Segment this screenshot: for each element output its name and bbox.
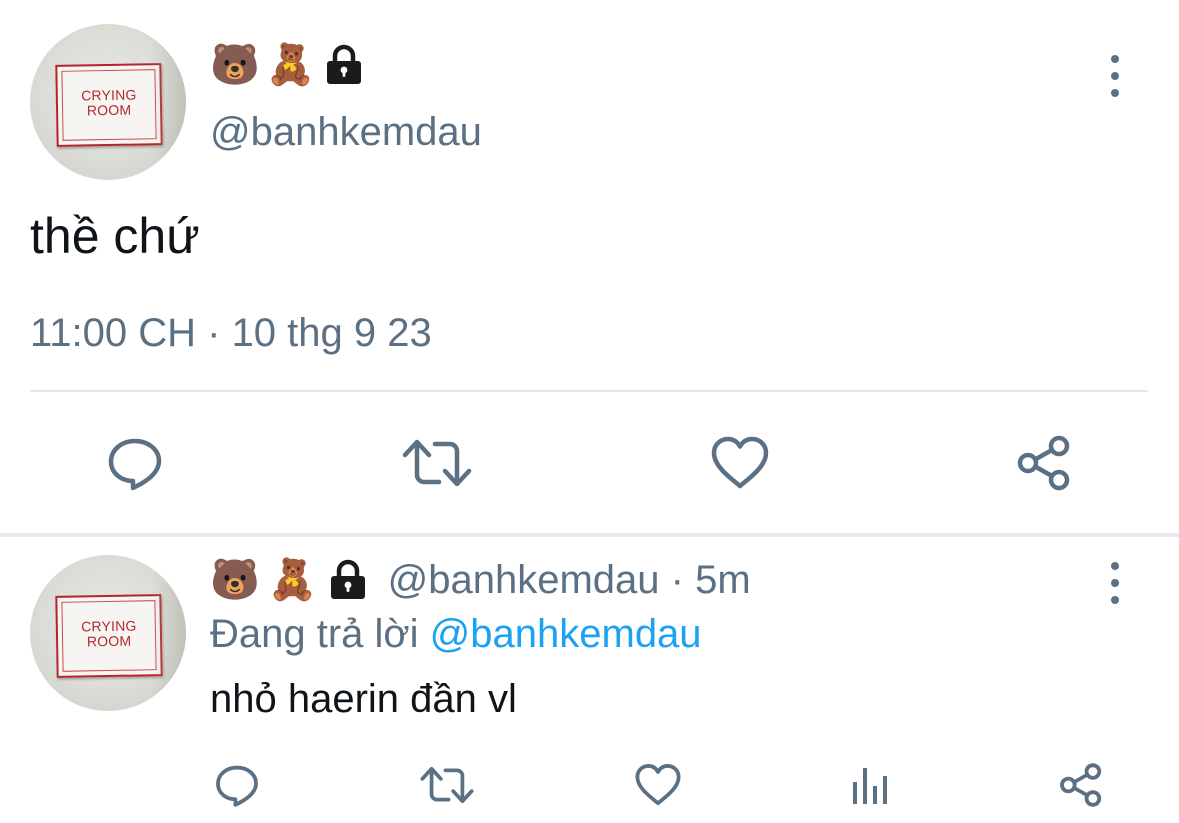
tweet-text: thề chứ [30,208,200,264]
reply-avatar[interactable]: CRYING ROOM [30,555,186,711]
bear-face-emoji: 🐻 [210,557,260,603]
reply-handle-time[interactable]: @banhkemdau · 5m [388,556,751,604]
reply-retweet-button[interactable] [419,760,475,810]
share-icon [1017,435,1070,491]
replying-to-mention[interactable]: @banhkemdau [430,612,702,656]
reply-icon [216,765,258,807]
teddy-bear-emoji: 🧸 [265,42,316,88]
replying-to: Đang trả lời @banhkemdau [210,610,702,658]
share-icon [1060,763,1102,807]
reply-header: 🐻 🧸 @banhkemdau · 5m [210,556,751,604]
tweet-timestamp[interactable]: 11:00 CH · 10 thg 9 23 [30,309,432,357]
lock-icon [322,43,366,87]
bear-face-emoji: 🐻 [210,42,260,88]
avatar-sign-text: CRYING ROOM [80,617,137,650]
analytics-icon [853,768,887,804]
display-name[interactable]: 🐻 🧸 [210,42,366,88]
like-button[interactable] [708,433,772,493]
lock-icon [326,558,370,602]
replying-to-label: Đang trả lời [210,612,430,656]
reply-tweet-text: nhỏ haerin đần vl [210,677,517,721]
reply-like-button[interactable] [633,760,683,810]
user-handle[interactable]: @banhkemdau [210,108,482,156]
reply-share-button[interactable] [1056,760,1106,810]
avatar[interactable]: CRYING ROOM [30,24,186,180]
teddy-bear-emoji: 🧸 [267,557,318,603]
retweet-button[interactable] [402,433,472,493]
reply-button[interactable] [103,433,167,493]
like-icon [635,764,681,806]
tweet-thread: CRYING ROOM 🐻 🧸 @banhkemdau thề chứ 11:0… [0,0,1179,823]
avatar-sign: CRYING ROOM [55,594,163,678]
avatar-sign: CRYING ROOM [55,63,163,147]
retweet-icon [420,766,474,804]
more-vertical-icon[interactable] [1105,55,1125,97]
divider [30,390,1148,392]
reply-more-vertical-icon[interactable] [1105,562,1125,604]
thread-divider [0,533,1179,537]
reply-reply-button[interactable] [212,760,262,810]
analytics-button[interactable] [846,760,892,810]
like-icon [711,436,769,489]
reply-icon [108,438,162,491]
retweet-icon [402,439,472,487]
share-button[interactable] [1012,433,1076,493]
avatar-sign-text: CRYING ROOM [80,86,137,119]
